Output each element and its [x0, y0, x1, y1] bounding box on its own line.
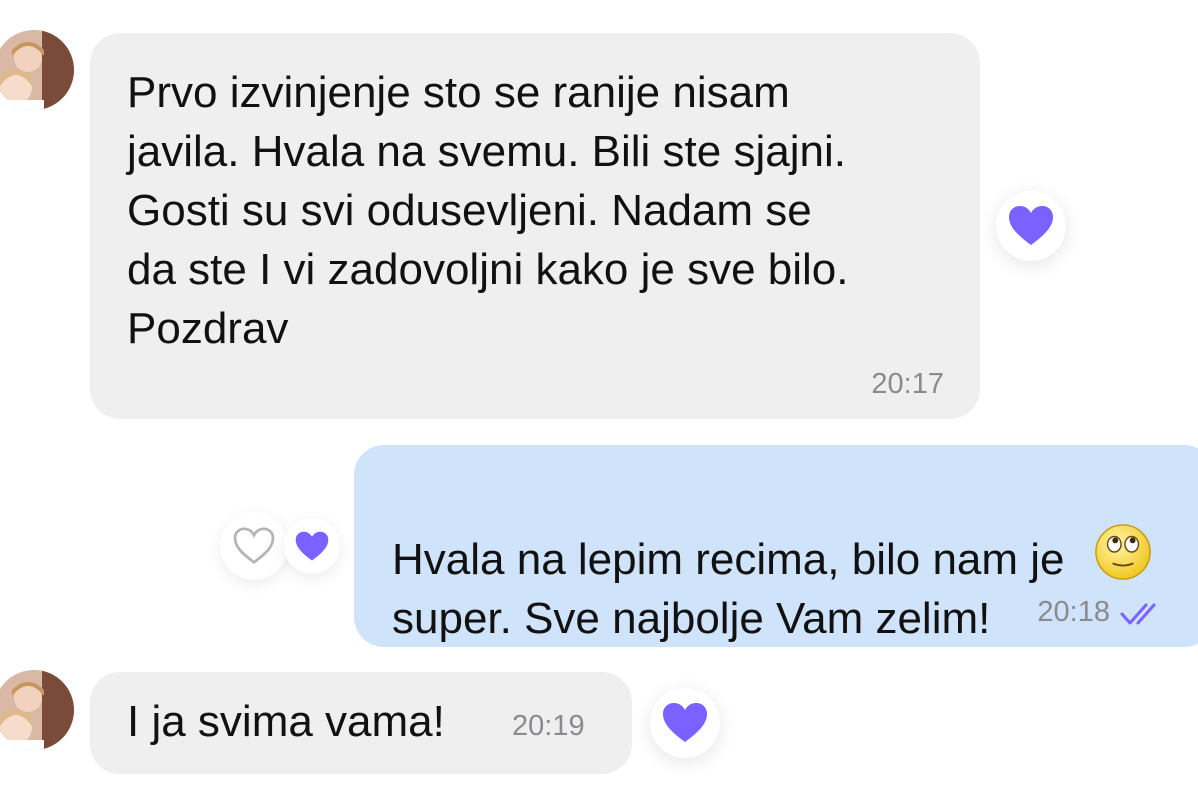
contact-avatar[interactable] — [0, 670, 74, 750]
rolling-eyes-emoji — [1095, 524, 1151, 580]
purple-heart-icon — [295, 531, 329, 561]
contact-avatar[interactable] — [0, 30, 74, 110]
contact-photo-icon — [0, 670, 74, 750]
message-timestamp: 20:19 — [512, 710, 585, 742]
incoming-message-bubble[interactable]: I ja svima vama! 20:19 — [90, 672, 632, 774]
add-reaction-button[interactable] — [220, 512, 288, 580]
message-text-content: Hvala na lepim recima, bilo nam je super… — [392, 535, 1065, 643]
purple-heart-icon — [1009, 206, 1053, 245]
reaction-badge[interactable] — [284, 518, 340, 574]
message-text: Prvo izvinjenje sto se ranije nisam javi… — [127, 68, 849, 353]
reaction-badge[interactable] — [650, 688, 720, 758]
outline-heart-icon — [233, 527, 275, 564]
read-double-check-icon — [1120, 603, 1156, 625]
message-timestamp: 20:18 — [1037, 596, 1110, 628]
message-timestamp: 20:17 — [871, 368, 944, 400]
reaction-badge[interactable] — [996, 191, 1066, 261]
outgoing-message-bubble[interactable]: Hvala na lepim recima, bilo nam je super… — [354, 445, 1198, 647]
message-text: I ja svima vama! — [127, 697, 445, 746]
incoming-message-bubble[interactable]: Prvo izvinjenje sto se ranije nisam javi… — [90, 33, 980, 419]
contact-photo-icon — [0, 30, 74, 110]
purple-heart-icon — [663, 703, 707, 742]
